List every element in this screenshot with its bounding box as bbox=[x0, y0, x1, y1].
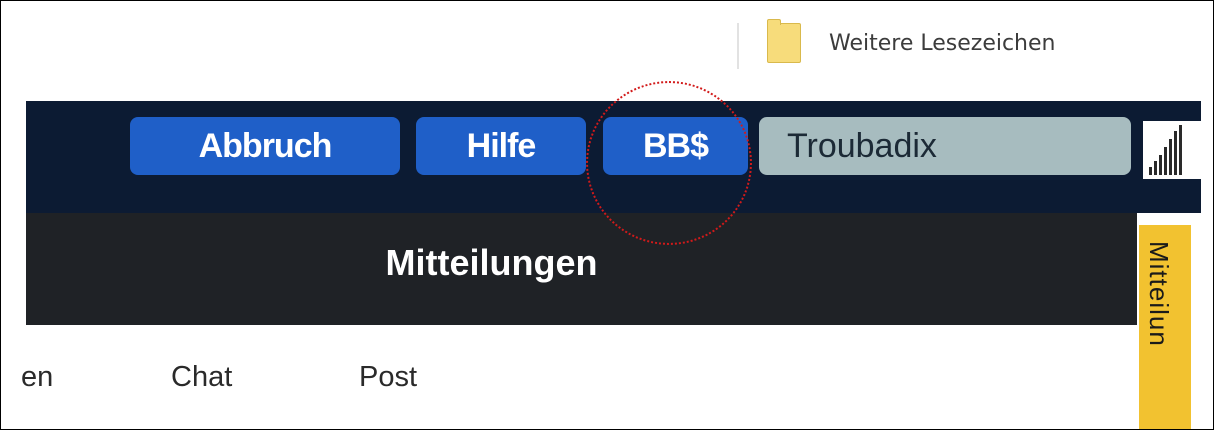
username-label: Troubadix bbox=[787, 126, 937, 165]
cancel-button[interactable]: Abbruch bbox=[130, 117, 400, 175]
page-title: Mitteilungen bbox=[385, 242, 598, 283]
nav-tabs: en Chat Post bbox=[1, 325, 1137, 429]
tab-post[interactable]: Post bbox=[359, 361, 417, 394]
messages-title-bar: Mitteilungen bbox=[26, 213, 1137, 325]
folder-icon bbox=[767, 19, 801, 63]
other-bookmarks-folder[interactable]: Weitere Lesezeichen bbox=[767, 19, 1056, 63]
bb-dollar-button[interactable]: BB$ bbox=[603, 117, 748, 175]
username-badge[interactable]: Troubadix bbox=[759, 117, 1131, 175]
screenshot-frame: Weitere Lesezeichen Abbruch Hilfe BB$ Tr… bbox=[0, 0, 1214, 430]
bookmarks-bar: Weitere Lesezeichen bbox=[1, 1, 1213, 101]
help-button[interactable]: Hilfe bbox=[416, 117, 586, 175]
tab-chat[interactable]: Chat bbox=[171, 361, 232, 394]
tab-partial[interactable]: en bbox=[21, 361, 53, 394]
app-header: Abbruch Hilfe BB$ Troubadix bbox=[26, 101, 1201, 213]
bookmarks-separator bbox=[737, 23, 739, 69]
signal-bars-icon bbox=[1143, 121, 1201, 179]
side-tab-label: Mitteilun bbox=[1144, 241, 1174, 347]
messages-side-tab[interactable]: Mitteilun bbox=[1139, 225, 1191, 429]
other-bookmarks-label: Weitere Lesezeichen bbox=[829, 30, 1056, 56]
